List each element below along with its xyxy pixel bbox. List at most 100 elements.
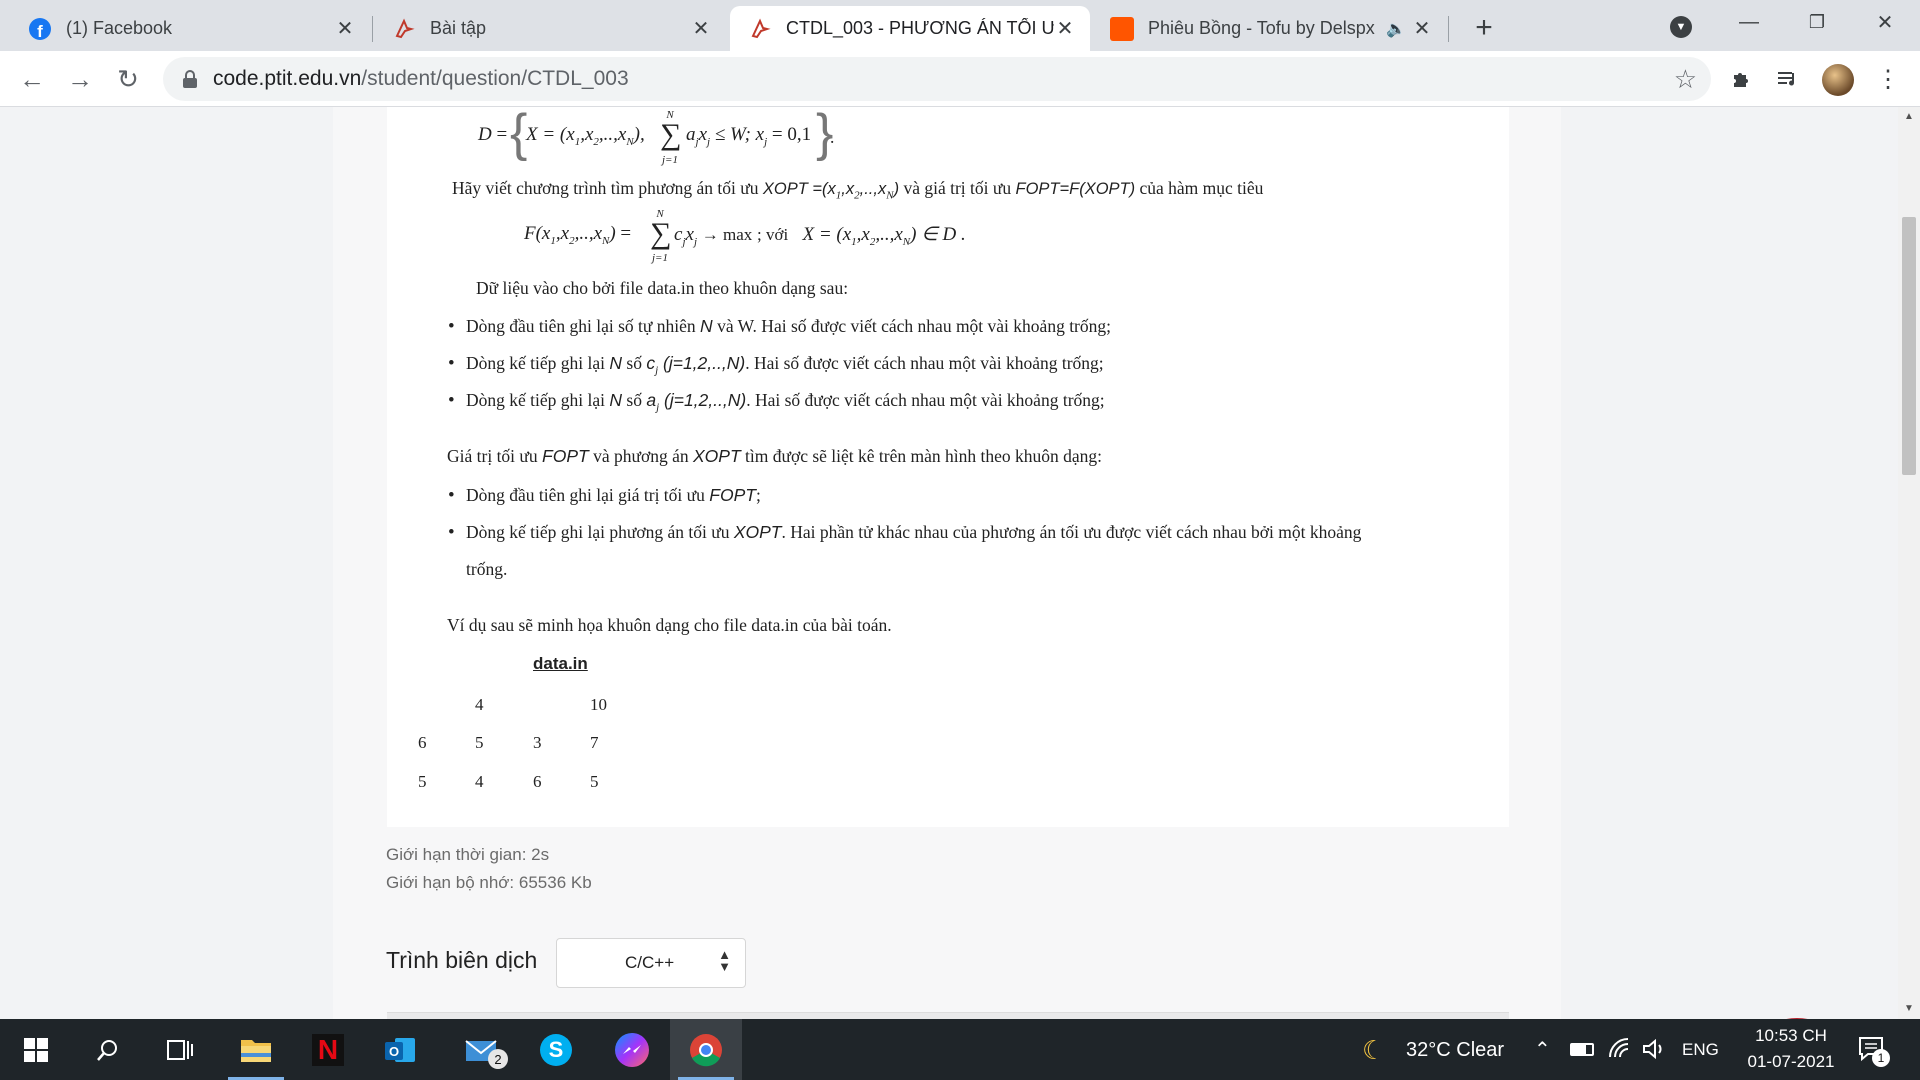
media-controls-icon[interactable] [1774,65,1802,93]
data-cell: 5 [475,733,484,752]
task-sentence: Hãy viết chương trình tìm phương án tối … [452,178,1264,202]
windows-taskbar: N O 2 S ☾ 32°C Clear ⌃ ENG 10:53 CH 01-0… [0,1019,1920,1080]
chevron-down-icon: ▼ [1670,16,1692,38]
address-bar[interactable]: code.ptit.edu.vn/student/question/CTDL_0… [163,57,1711,101]
compiler-label: Trình biên dịch [386,947,538,973]
close-icon[interactable]: ✕ [334,18,356,40]
soundcloud-icon [1110,16,1134,41]
clock-time[interactable]: 10:53 CH [1746,1026,1836,1046]
data-cell: 10 [590,695,607,714]
notification-badge: 1 [1872,1049,1890,1067]
volume-icon[interactable] [1642,1037,1668,1061]
facebook-icon: f [28,17,52,41]
scroll-thumb[interactable] [1902,217,1916,475]
wifi-icon[interactable] [1608,1037,1634,1061]
output-intro: Giá trị tối ưu FOPT và phương án XOPT tì… [447,446,1103,466]
lock-icon [183,70,197,88]
scroll-up-icon[interactable]: ▲ [1904,111,1914,122]
sum-lower: j=1 [652,252,668,264]
taskbar-chrome[interactable] [670,1019,742,1080]
windows-logo-icon [24,1037,48,1062]
input-bullet-1: Dòng đầu tiên ghi lại số tự nhiên N và W… [448,316,1111,338]
audio-playing-icon[interactable]: 🔈 [1381,18,1411,40]
moon-weather-icon[interactable]: ☾ [1362,1035,1385,1066]
action-center-button[interactable]: 1 [1858,1035,1890,1067]
close-icon[interactable]: ✕ [690,18,712,40]
weather-text[interactable]: 32°C Clear [1406,1039,1504,1062]
start-button[interactable] [0,1019,72,1080]
tab-title: CTDL_003 - PHƯƠNG ÁN TỐI ƯU [786,18,1054,38]
data-cell: 6 [533,772,542,791]
task-view-button[interactable] [144,1019,216,1080]
data-cell: 4 [475,695,484,714]
tab-ctdl-003[interactable]: CTDL_003 - PHƯƠNG ÁN TỐI ƯU ✕ [730,6,1090,51]
outlook-icon: O [385,1037,415,1062]
tab-title: Phiêu Bồng - Tofu by Delspx [1148,18,1375,38]
ptit-icon [392,17,416,41]
taskbar-mail[interactable]: 2 [446,1019,518,1080]
data-cell: 5 [590,772,599,791]
search-button[interactable] [72,1019,144,1080]
forward-button[interactable]: → [60,59,100,99]
close-icon[interactable]: ✕ [1411,18,1433,40]
language-indicator[interactable]: ENG [1682,1040,1719,1060]
sum-symbol: ∑ [660,118,682,151]
minimize-button[interactable]: — [1718,0,1780,44]
profile-avatar[interactable] [1822,64,1854,96]
page-viewport: D = { X = (x1,x2,..,xN), N ∑ j=1 ajxj ≤ … [0,107,1898,1019]
bookmark-star-icon[interactable]: ☆ [1674,64,1697,95]
domain-set: X = (x1,x2,..,xN), [526,124,645,148]
restore-button[interactable]: ❐ [1786,0,1848,44]
compiler-select[interactable]: C/C++ ▲ ▼ [556,938,746,988]
select-arrows-icon: ▲ ▼ [718,947,731,974]
example-intro: Ví dụ sau sẽ minh họa khuôn dạng cho fil… [447,615,892,635]
taskbar-file-explorer[interactable] [220,1019,292,1080]
tab-title: (1) Facebook [66,18,173,38]
close-icon[interactable]: ✕ [1054,18,1076,40]
skype-icon: S [540,1033,572,1066]
more-menu-icon[interactable]: ⋮ [1874,65,1902,93]
tab-strip: f (1) Facebook ✕ Bài tập ✕ CTDL_003 - PH… [0,0,1920,51]
chrome-icon [690,1033,722,1066]
data-cell: 4 [475,772,484,791]
data-cell: 3 [533,733,542,752]
svg-text:O: O [389,1044,399,1059]
close-window-button[interactable]: ✕ [1854,0,1916,44]
tab-bai-tap[interactable]: Bài tập ✕ [374,6,726,51]
clock-date[interactable]: 01-07-2021 [1736,1052,1846,1072]
reload-button[interactable]: ↻ [108,59,148,99]
battery-icon[interactable] [1570,1043,1594,1056]
taskbar-messenger[interactable] [596,1019,668,1080]
sum-lower: j=1 [662,154,678,166]
tab-facebook[interactable]: f (1) Facebook ✕ [10,6,370,51]
folder-icon [241,1039,271,1062]
output-bullet-2: Dòng kế tiếp ghi lại phương án tối ưu XO… [448,522,1361,544]
input-intro: Dữ liệu vào cho bởi file data.in theo kh… [476,278,849,298]
data-in-header: data.in [533,654,588,673]
chevron-up-icon[interactable]: ⌃ [1534,1037,1551,1062]
input-bullet-3: Dòng kế tiếp ghi lại N số aj (j=1,2,..,N… [448,390,1105,414]
back-button[interactable]: ← [12,59,52,99]
problem-statement [387,107,1509,827]
taskbar-netflix[interactable]: N [292,1019,364,1080]
extensions-puzzle-icon[interactable] [1728,65,1756,93]
tab-search-button[interactable]: ▼ [1666,12,1696,42]
browser-toolbar: ← → ↻ code.ptit.edu.vn/student/question/… [0,51,1920,107]
new-tab-button[interactable]: + [1466,10,1502,46]
search-icon [97,1039,117,1061]
tab-soundcloud[interactable]: Phiêu Bồng - Tofu by Delspx 🔈 ✕ [1092,6,1447,51]
taskbar-skype[interactable]: S [520,1019,592,1080]
ptit-icon [748,17,772,41]
objective-rhs: cjxj → max ; với X = (x1,x2,..,xN) ∈ D . [674,224,966,248]
url-text: code.ptit.edu.vn/student/question/CTDL_0… [213,67,629,90]
taskbar-outlook[interactable]: O [364,1019,436,1080]
scroll-down-icon[interactable]: ▼ [1904,1003,1914,1014]
code-editor[interactable] [387,1012,1509,1019]
input-bullet-2: Dòng kế tiếp ghi lại N số cj (j=1,2,..,N… [448,353,1104,377]
data-cell: 7 [590,733,599,752]
memory-limit: Giới hạn bộ nhớ: 65536 Kb [386,873,592,892]
tab-title: Bài tập [430,18,487,38]
mail-badge: 2 [488,1049,508,1069]
brace-open: { [510,107,528,162]
page-scrollbar[interactable]: ▲ ▼ [1898,107,1920,1019]
